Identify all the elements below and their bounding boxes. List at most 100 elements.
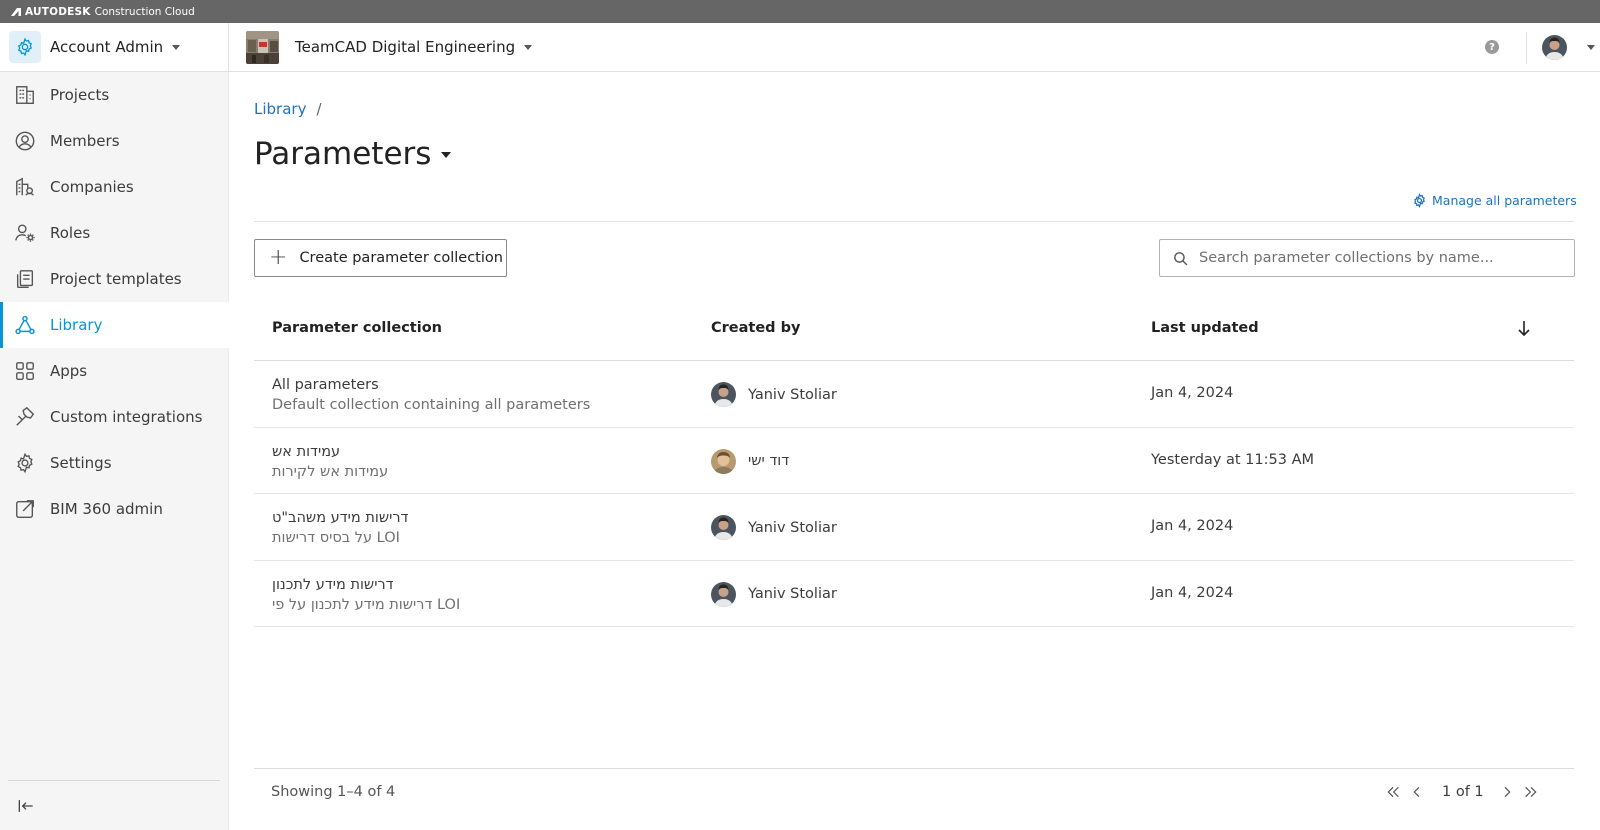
table-row[interactable]: All parameters Default collection contai… xyxy=(254,361,1574,428)
create-button-label: Create parameter collection xyxy=(299,250,503,266)
manage-all-parameters-link[interactable]: Manage all parameters xyxy=(1412,193,1577,208)
created-by-cell: Yaniv Stoliar xyxy=(711,515,837,540)
creator-name: דוד ישי xyxy=(748,453,790,469)
sidebar-item-label: Custom integrations xyxy=(50,408,203,426)
sidebar-item-label: Projects xyxy=(50,86,110,104)
collection-cell: עמידות אש עמידות אש לקירות xyxy=(272,442,388,482)
created-by-cell: Yaniv Stoliar xyxy=(711,382,837,407)
divider xyxy=(8,780,220,781)
sidebar-item-settings[interactable]: Settings xyxy=(0,440,229,486)
plus-icon: + xyxy=(269,245,288,270)
page-indicator: 1 of 1 xyxy=(1442,784,1484,800)
sidebar-item-companies[interactable]: Companies xyxy=(0,164,229,210)
divider xyxy=(1526,32,1527,64)
sidebar-item-roles[interactable]: Roles xyxy=(0,210,229,256)
avatar xyxy=(711,581,736,607)
last-page-icon[interactable] xyxy=(1519,780,1543,804)
column-header-last-updated[interactable]: Last updated xyxy=(1151,320,1259,336)
table-row[interactable]: דרישות מידע משהב"ט על בסיס דרישות LOI Ya… xyxy=(254,494,1574,561)
sidebar-item-label: Project templates xyxy=(50,270,182,288)
gear-icon xyxy=(13,451,37,475)
sidebar-item-bim-360-admin[interactable]: BIM 360 admin xyxy=(0,486,229,532)
help-icon[interactable]: ? xyxy=(1485,40,1499,54)
sidebar-item-projects[interactable]: Projects xyxy=(0,72,229,118)
sidebar-item-apps[interactable]: Apps xyxy=(0,348,229,394)
user-avatar[interactable] xyxy=(1542,35,1567,60)
collection-description: על בסיס דרישות LOI xyxy=(272,530,400,546)
product-name: Construction Cloud xyxy=(94,5,195,18)
sidebar-item-project-templates[interactable]: Project templates xyxy=(0,256,229,302)
divider xyxy=(254,768,1574,769)
breadcrumb-library[interactable]: Library xyxy=(254,100,306,118)
create-parameter-collection-button[interactable]: + Create parameter collection xyxy=(254,239,507,277)
avatar xyxy=(711,382,736,407)
search-icon xyxy=(1174,251,1188,265)
project-thumbnail xyxy=(246,30,279,64)
gear-icon xyxy=(9,31,41,63)
company-icon xyxy=(13,175,37,199)
project-switcher[interactable]: TeamCAD Digital Engineering xyxy=(229,30,533,64)
collection-description: דרישות מידע לתכנון על פי LOI xyxy=(272,596,461,613)
collection-name: עמידות אש xyxy=(272,443,341,460)
collection-name: דרישות מידע לתכנון xyxy=(272,576,394,593)
table-row[interactable]: עמידות אש עמידות אש לקירות דוד ישי Yeste… xyxy=(254,428,1574,494)
chevron-down-icon xyxy=(524,44,533,50)
search-input[interactable] xyxy=(1199,250,1559,266)
building-icon xyxy=(13,83,37,107)
avatar xyxy=(711,448,736,474)
account-label: Account Admin xyxy=(50,38,164,56)
sidebar-item-label: Companies xyxy=(50,178,134,196)
chevron-down-icon xyxy=(172,44,181,50)
sidebar-item-library[interactable]: Library xyxy=(0,302,229,348)
collection-description: עמידות אש לקירות xyxy=(272,463,389,480)
external-link-icon xyxy=(13,497,37,521)
collection-cell: דרישות מידע לתכנון דרישות מידע לתכנון על… xyxy=(272,575,460,615)
library-icon xyxy=(13,313,37,337)
created-by-cell: דוד ישי xyxy=(711,448,790,474)
gear-icon xyxy=(1414,193,1425,208)
sort-descending-icon[interactable] xyxy=(1516,319,1532,341)
avatar xyxy=(711,515,736,540)
table-header: Parameter collection Created by Last upd… xyxy=(254,297,1574,361)
sidebar-item-label: Members xyxy=(50,132,120,150)
chevron-down-icon[interactable] xyxy=(1587,45,1595,50)
table-row[interactable]: דרישות מידע לתכנון דרישות מידע לתכנון על… xyxy=(254,561,1574,627)
template-icon xyxy=(13,267,37,291)
brand-name: AUTODESK xyxy=(25,5,91,18)
last-updated-cell: Jan 4, 2024 xyxy=(1151,584,1234,601)
sidebar: Projects Members Companies Roles Project… xyxy=(0,72,229,830)
created-by-cell: Yaniv Stoliar xyxy=(711,581,837,607)
top-bar: Account Admin TeamCAD Digital Engineerin… xyxy=(0,23,1600,72)
main-content: Library / Parameters Manage all paramete… xyxy=(229,72,1600,830)
column-header-collection[interactable]: Parameter collection xyxy=(272,320,442,336)
column-header-created-by[interactable]: Created by xyxy=(711,320,800,336)
page-title[interactable]: Parameters xyxy=(254,136,452,172)
autodesk-logo-icon xyxy=(11,7,21,16)
previous-page-icon[interactable] xyxy=(1405,780,1429,804)
account-switcher[interactable]: Account Admin xyxy=(0,23,229,71)
search-box[interactable] xyxy=(1159,239,1575,277)
user-circle-icon xyxy=(13,129,37,153)
sidebar-item-label: Library xyxy=(50,316,103,334)
sidebar-item-label: Roles xyxy=(50,224,91,242)
project-label: TeamCAD Digital Engineering xyxy=(295,38,516,56)
breadcrumb-separator: / xyxy=(316,100,322,118)
page-title-text: Parameters xyxy=(254,136,432,172)
first-page-icon[interactable] xyxy=(1381,780,1405,804)
divider xyxy=(254,221,1574,222)
collection-name: All parameters xyxy=(272,377,379,393)
apps-grid-icon xyxy=(13,359,37,383)
collection-cell: All parameters Default collection contai… xyxy=(272,375,590,415)
collapse-sidebar-icon[interactable] xyxy=(14,794,38,818)
breadcrumb: Library / xyxy=(254,100,322,118)
hammer-icon xyxy=(13,405,37,429)
user-gear-icon xyxy=(13,221,37,245)
brand-bar: AUTODESK Construction Cloud xyxy=(0,0,1600,23)
last-updated-cell: Yesterday at 11:53 AM xyxy=(1151,451,1315,468)
collection-name: דרישות מידע משהב"ט xyxy=(272,510,409,526)
sidebar-item-label: Apps xyxy=(50,362,88,380)
pagination-summary: Showing 1–4 of 4 xyxy=(271,784,396,800)
sidebar-item-members[interactable]: Members xyxy=(0,118,229,164)
sidebar-item-custom-integrations[interactable]: Custom integrations xyxy=(0,394,229,440)
next-page-icon[interactable] xyxy=(1495,780,1519,804)
